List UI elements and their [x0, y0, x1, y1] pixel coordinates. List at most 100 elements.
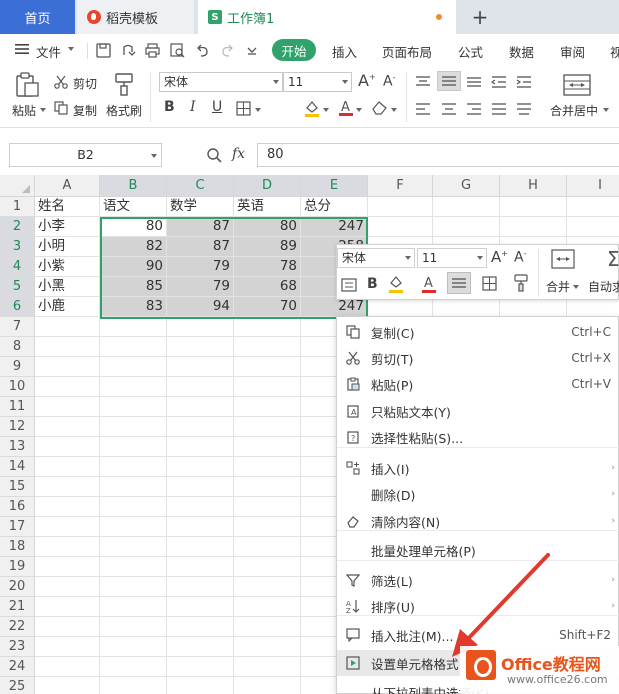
- table-cell[interactable]: [167, 497, 234, 517]
- chevron-down-icon[interactable]: [40, 108, 46, 112]
- table-cell[interactable]: [167, 437, 234, 457]
- increase-indent-icon[interactable]: [516, 75, 532, 92]
- table-cell[interactable]: [100, 577, 167, 597]
- convert-icon[interactable]: [341, 277, 357, 296]
- font-family-select[interactable]: 宋体: [159, 72, 283, 92]
- tab-insert[interactable]: 插入: [332, 42, 357, 61]
- table-cell[interactable]: [234, 537, 301, 557]
- table-cell[interactable]: [167, 417, 234, 437]
- table-cell[interactable]: [167, 657, 234, 677]
- tab-start[interactable]: 开始: [272, 39, 316, 61]
- fill-color-icon[interactable]: [387, 274, 405, 297]
- table-cell[interactable]: [35, 457, 100, 477]
- context-menu-item[interactable]: 粘贴(P) Ctrl+V: [337, 371, 619, 397]
- chevron-down-icon[interactable]: [323, 108, 329, 112]
- table-cell[interactable]: [433, 197, 500, 217]
- table-cell[interactable]: 英语: [234, 197, 301, 217]
- column-header[interactable]: G: [433, 175, 500, 197]
- zoom-search-icon[interactable]: [206, 147, 222, 166]
- table-cell[interactable]: 小黑: [35, 277, 100, 297]
- tab-workbook[interactable]: S 工作簿1: [198, 0, 456, 34]
- tab-template[interactable]: 稻壳模板: [77, 0, 194, 34]
- table-cell[interactable]: 小明: [35, 237, 100, 257]
- table-cell[interactable]: [167, 517, 234, 537]
- mini-autosum-label[interactable]: 自动求: [588, 278, 619, 295]
- copy-icon[interactable]: [54, 101, 68, 118]
- new-tab-button[interactable]: +: [468, 0, 492, 34]
- row-header[interactable]: 3: [0, 237, 35, 257]
- table-cell[interactable]: [100, 417, 167, 437]
- table-cell[interactable]: [234, 377, 301, 397]
- undo-icon[interactable]: [195, 43, 210, 61]
- decrease-font-icon[interactable]: A-: [514, 249, 526, 266]
- table-cell[interactable]: [167, 477, 234, 497]
- export-icon[interactable]: [121, 43, 136, 61]
- chevron-down-icon[interactable]: [391, 108, 397, 112]
- row-header[interactable]: 1: [0, 197, 35, 217]
- row-header[interactable]: 13: [0, 437, 35, 457]
- paste-icon[interactable]: [14, 72, 40, 101]
- increase-font-icon[interactable]: A+: [358, 71, 376, 90]
- table-cell[interactable]: 94: [167, 297, 234, 317]
- tab-formula[interactable]: 公式: [458, 42, 483, 61]
- table-cell[interactable]: [234, 397, 301, 417]
- column-header[interactable]: H: [500, 175, 567, 197]
- table-cell[interactable]: [35, 677, 100, 694]
- table-cell[interactable]: [100, 357, 167, 377]
- format-painter-label[interactable]: 格式刷: [106, 102, 142, 119]
- row-header[interactable]: 21: [0, 597, 35, 617]
- decrease-indent-icon[interactable]: [490, 75, 507, 92]
- paste-label[interactable]: 粘贴: [12, 102, 36, 119]
- table-cell[interactable]: [234, 557, 301, 577]
- context-menu-item[interactable]: 插入(I) ›: [337, 455, 619, 481]
- row-header[interactable]: 10: [0, 377, 35, 397]
- copy-label[interactable]: 复制: [73, 102, 97, 119]
- more-dropdown-icon[interactable]: [247, 45, 257, 59]
- table-cell[interactable]: [167, 357, 234, 377]
- column-header[interactable]: E: [301, 175, 368, 197]
- formula-input[interactable]: 80: [257, 143, 619, 167]
- name-box[interactable]: B2: [9, 143, 162, 167]
- cut-icon[interactable]: [54, 75, 68, 92]
- table-cell[interactable]: [35, 437, 100, 457]
- table-cell[interactable]: [35, 637, 100, 657]
- table-cell[interactable]: [35, 657, 100, 677]
- table-cell[interactable]: 247: [301, 217, 368, 237]
- row-header[interactable]: 15: [0, 477, 35, 497]
- column-header[interactable]: F: [368, 175, 433, 197]
- table-cell[interactable]: [35, 477, 100, 497]
- chevron-down-icon[interactable]: [603, 108, 609, 112]
- table-cell[interactable]: [35, 317, 100, 337]
- table-cell[interactable]: [234, 677, 301, 694]
- table-cell[interactable]: [167, 337, 234, 357]
- table-cell[interactable]: [100, 517, 167, 537]
- table-cell[interactable]: 小紫: [35, 257, 100, 277]
- table-cell[interactable]: [567, 217, 619, 237]
- row-header[interactable]: 12: [0, 417, 35, 437]
- table-cell[interactable]: [567, 297, 619, 317]
- row-header[interactable]: 2: [0, 217, 35, 237]
- table-cell[interactable]: 79: [167, 257, 234, 277]
- table-cell[interactable]: [35, 397, 100, 417]
- bold-icon[interactable]: B: [367, 276, 378, 292]
- table-cell[interactable]: [100, 617, 167, 637]
- table-cell[interactable]: [100, 397, 167, 417]
- row-header[interactable]: 16: [0, 497, 35, 517]
- context-menu-item[interactable]: 清除内容(N) ›: [337, 508, 619, 534]
- table-cell[interactable]: [368, 297, 433, 317]
- context-menu-item[interactable]: 删除(D) ›: [337, 481, 619, 507]
- print-icon[interactable]: [145, 43, 160, 61]
- save-icon[interactable]: [96, 43, 111, 61]
- table-cell[interactable]: 85: [100, 277, 167, 297]
- font-color-icon[interactable]: A: [338, 98, 354, 120]
- table-cell[interactable]: 90: [100, 257, 167, 277]
- redo-icon[interactable]: [220, 43, 235, 61]
- align-left-icon[interactable]: [415, 102, 431, 119]
- align-bottom-icon[interactable]: [466, 75, 482, 92]
- table-cell[interactable]: 89: [234, 237, 301, 257]
- table-cell[interactable]: [167, 557, 234, 577]
- table-cell[interactable]: [234, 317, 301, 337]
- table-cell[interactable]: [167, 397, 234, 417]
- table-cell[interactable]: [35, 377, 100, 397]
- table-cell[interactable]: [100, 597, 167, 617]
